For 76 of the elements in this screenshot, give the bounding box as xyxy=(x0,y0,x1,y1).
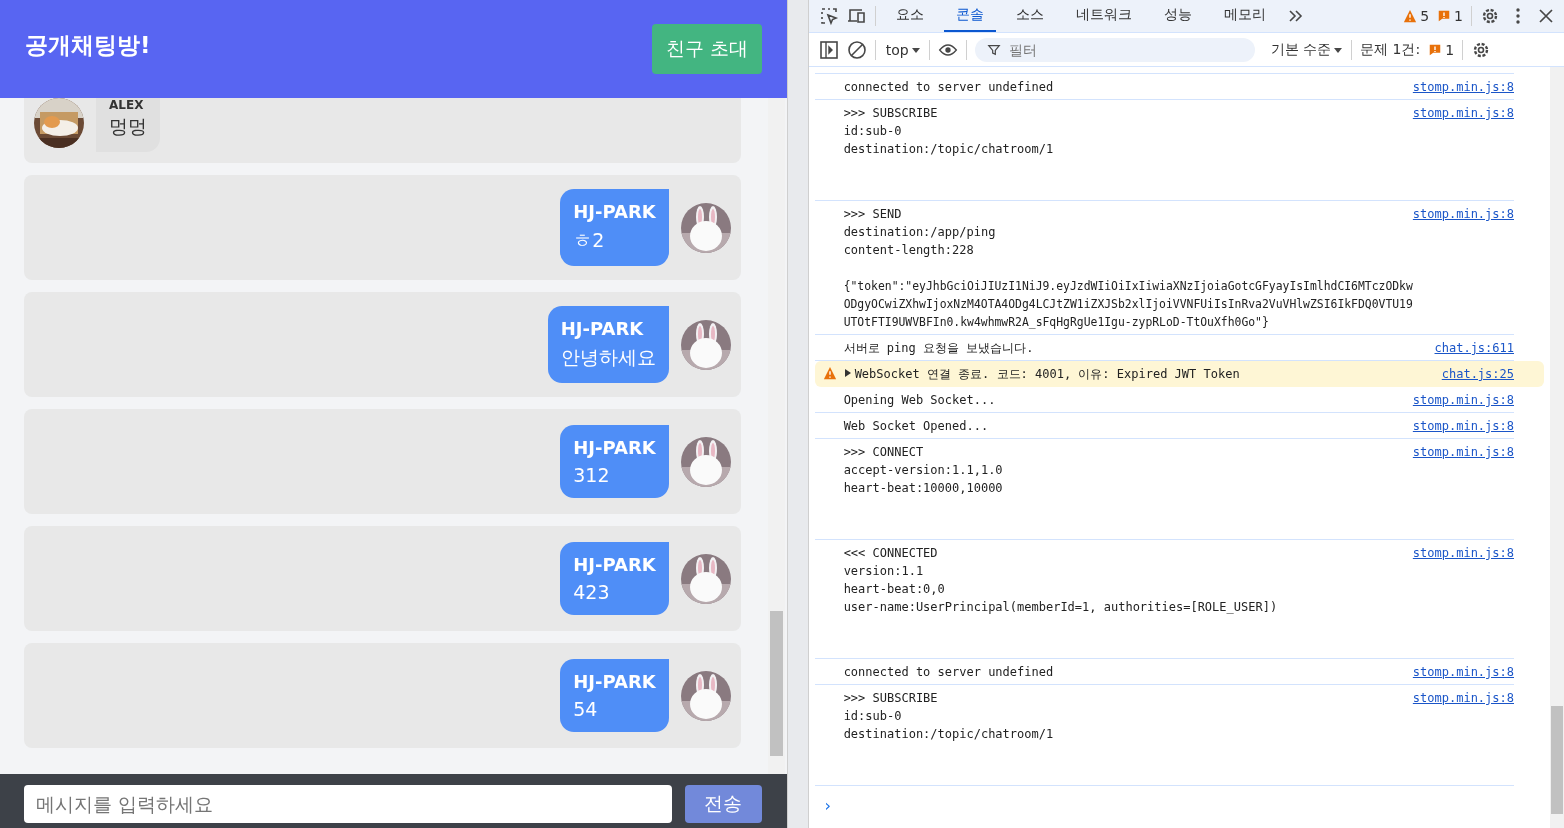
console-line: Web Socket Opened... xyxy=(843,418,990,435)
console-line: id:sub-0 xyxy=(843,123,903,140)
issue-icon xyxy=(1428,42,1443,57)
source-link[interactable]: stomp.min.js:8 xyxy=(1412,205,1514,331)
console-line: content-length:228 xyxy=(843,242,975,259)
issue-count[interactable]: 1 xyxy=(1445,41,1455,58)
console-line: >>> CONNECT xyxy=(843,444,925,461)
console-line: destination:/app/ping xyxy=(843,224,997,241)
warning-count[interactable]: 5 xyxy=(1420,8,1430,24)
source-link[interactable]: chat.js:25 xyxy=(1441,365,1514,383)
message-text: 멍멍 xyxy=(109,114,147,139)
console-line: WebSocket 연결 종료. 코드: 4001, 이유: Expired JWT Token xyxy=(854,366,1241,383)
console-line: >>> SUBSCRIBE xyxy=(843,105,939,122)
console-line: connected to server undefined xyxy=(843,79,1055,96)
source-link[interactable]: stomp.min.js:8 xyxy=(1412,104,1514,158)
message-text: 423 xyxy=(573,581,611,603)
source-link[interactable]: stomp.min.js:8 xyxy=(1412,391,1514,409)
console-line: >>> SEND xyxy=(843,206,903,223)
sender-name: ALEX xyxy=(109,98,145,112)
filter-icon xyxy=(986,42,1001,57)
console-line: version:1.1 xyxy=(843,563,925,580)
console-line: accept-version:1.1,1.0 xyxy=(843,462,1004,479)
sender-name: HJ-PARK xyxy=(573,437,656,458)
clear-icon[interactable] xyxy=(846,39,867,60)
issues-label[interactable]: 문제 1건: xyxy=(1360,40,1421,59)
source-link[interactable]: stomp.min.js:8 xyxy=(1412,663,1514,681)
level-dropdown[interactable]: 기본 수준 xyxy=(1268,40,1332,59)
warning-icon xyxy=(822,366,837,380)
console-line: destination:/topic/chatroom/1 xyxy=(843,141,1055,158)
devtools-tab[interactable]: 메모리 xyxy=(1211,0,1278,32)
sender-name: HJ-PARK xyxy=(573,201,656,222)
source-link[interactable]: stomp.min.js:8 xyxy=(1412,544,1514,616)
devtools-tab[interactable]: 네트워크 xyxy=(1063,0,1144,32)
source-link[interactable]: stomp.min.js:8 xyxy=(1412,689,1514,743)
chat-title: 공개채팅방! xyxy=(25,30,151,60)
issue-icon xyxy=(1437,9,1452,23)
source-link[interactable]: stomp.min.js:8 xyxy=(1412,443,1514,497)
sender-name: HJ-PARK xyxy=(573,554,656,575)
issue-count[interactable]: 1 xyxy=(1454,8,1463,24)
message-text: 안녕하세요 xyxy=(560,345,656,370)
console-line: {"token":"eyJhbGciOiJIUzI1NiJ9.eyJzdWIiOiIxIiwiaXNzIjoiaGotcGFyayIsImlhdCI6MTczODkw xyxy=(843,278,1413,295)
devtools-tab[interactable]: 소스 xyxy=(1003,0,1056,32)
console-line: 서버로 ping 요청을 보냈습니다. xyxy=(843,340,1035,357)
message-text: 312 xyxy=(573,464,611,486)
console-line: heart-beat:0,0 xyxy=(843,581,946,598)
console-line: connected to server undefined xyxy=(843,664,1055,681)
message-text: 54 xyxy=(573,698,599,720)
console-line: destination:/topic/chatroom/1 xyxy=(843,726,1055,743)
console-prompt[interactable]: › xyxy=(814,786,1514,815)
context-dropdown[interactable]: top xyxy=(883,41,909,58)
console-line: <<< CONNECTED xyxy=(843,545,939,562)
console-line: heart-beat:10000,10000 xyxy=(843,480,1004,497)
console-line: ODgyOCwiZXhwIjoxNzM4OTA4ODg4LCJtZW1iZXJSb2xlIjoiVVNFUiIsInRva2VuVHlwZSI6IkFDQ0VTU19 xyxy=(843,296,1413,313)
inspect-icon[interactable] xyxy=(818,6,839,26)
expand-icon[interactable] xyxy=(843,368,852,378)
settings-icon[interactable] xyxy=(1480,6,1500,26)
sender-name: HJ-PARK xyxy=(573,671,656,692)
source-link[interactable]: chat.js:611 xyxy=(1434,339,1514,357)
scrollbar[interactable] xyxy=(1550,67,1564,828)
sender-name: HJ-PARK xyxy=(560,318,645,339)
source-link[interactable]: stomp.min.js:8 xyxy=(1412,78,1514,96)
console-line: >>> SUBSCRIBE xyxy=(843,690,939,707)
message-input[interactable]: 메시지를 입력하세요 xyxy=(24,785,672,823)
source-link[interactable]: stomp.min.js:8 xyxy=(1412,417,1514,435)
scrollbar[interactable] xyxy=(767,98,785,774)
console-line: user-name:UserPrincipal(memberId=1, authorities=[ROLE_USER]) xyxy=(843,599,1279,616)
console-line: id:sub-0 xyxy=(843,708,903,725)
device-icon[interactable] xyxy=(846,6,867,26)
warning-icon xyxy=(1403,9,1418,23)
devtools-tab[interactable]: 요소 xyxy=(883,0,936,32)
sidebar-icon[interactable] xyxy=(818,39,839,60)
message-text: ㅎ2 xyxy=(573,228,606,253)
filter-field[interactable]: 필터 xyxy=(974,37,1255,62)
console-line: Opening Web Socket... xyxy=(843,392,997,409)
devtools-tab[interactable]: 성능 xyxy=(1151,0,1204,32)
console-line: UTOtFTI9UWVBFIn0.kw4whmwR2A_sFqHgRgUe1Igu-zypRLoD-TtOuXfh0Go"} xyxy=(843,314,1270,331)
